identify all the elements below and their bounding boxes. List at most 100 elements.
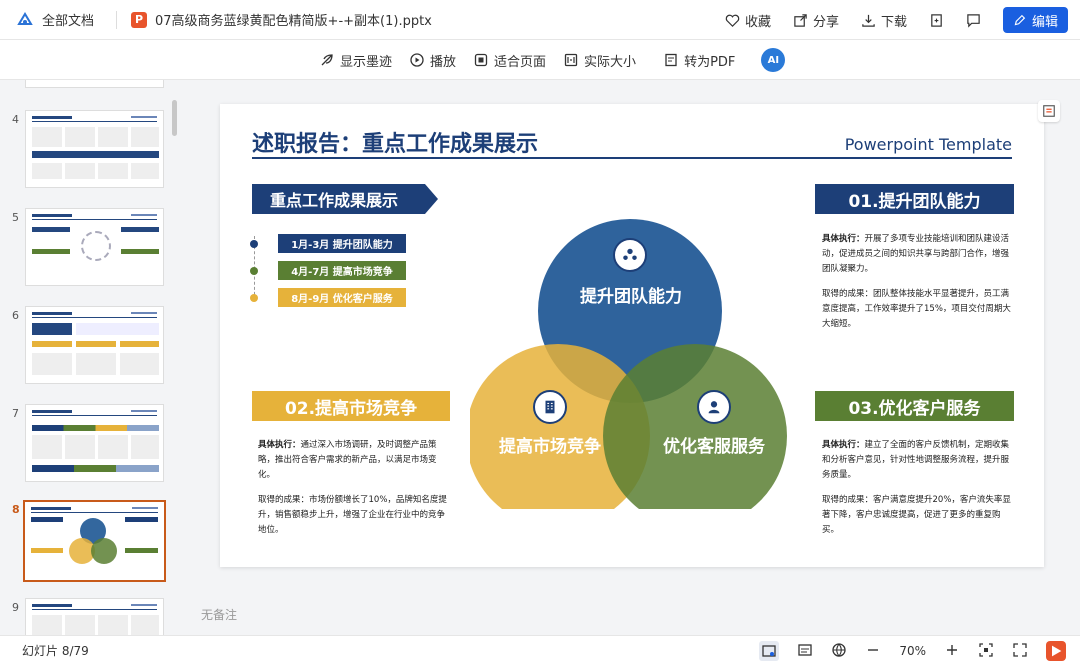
thumbnail-slide-6[interactable] — [25, 306, 164, 384]
fullscreen-button[interactable] — [1012, 642, 1028, 661]
timeline-tag: 1月-3月 提升团队能力 — [278, 234, 406, 253]
top-actions: 收藏 分享 下载 编辑 — [725, 0, 1068, 40]
thumbnail-number: 8 — [12, 503, 20, 516]
fit-window-button[interactable] — [978, 642, 994, 661]
top-bar: 全部文档 P 07高级商务蓝绿黄配色精简版+-+副本(1).pptx 收藏 分享… — [0, 0, 1080, 40]
building-icon — [533, 390, 567, 424]
share-button[interactable]: 分享 — [793, 11, 839, 30]
pencil-icon — [1014, 14, 1026, 25]
download-button[interactable]: 下载 — [861, 11, 907, 30]
play-button[interactable]: 播放 — [410, 51, 456, 70]
fullscreen-icon — [1013, 642, 1027, 657]
timeline-dot — [250, 267, 258, 275]
timeline-dot — [250, 240, 258, 248]
slide-title: 述职报告：重点工作成果展示 — [252, 132, 539, 157]
show-ink-label: 显示墨迹 — [340, 54, 393, 70]
box-head-team: 01.提升团队能力 — [815, 184, 1014, 214]
download-label: 下载 — [880, 14, 907, 30]
feather-icon — [321, 54, 333, 66]
thumbnail-toggle-icon[interactable] — [1038, 100, 1060, 122]
timeline-tag: 8月-9月 优化客户服务 — [278, 288, 406, 307]
thumbnail-number: 7 — [12, 407, 19, 420]
box-team-execution: 具体执行：开展了多项专业技能培训和团队建设活动，促进成员之间的知识共享与跨部门合… — [822, 232, 1012, 277]
share-icon — [794, 13, 807, 27]
share-label: 分享 — [812, 14, 839, 30]
download-icon — [862, 14, 875, 27]
venn-label-left: 提高市场竞争 — [499, 437, 601, 457]
customer-service-icon — [697, 390, 731, 424]
play-label: 播放 — [430, 54, 457, 70]
cloud-icon[interactable] — [16, 11, 34, 29]
fit-page-label: 适合页面 — [494, 54, 547, 70]
heart-icon — [725, 14, 740, 27]
fit-page-button[interactable]: 适合页面 — [474, 51, 546, 70]
ai-assistant-button[interactable]: AI — [761, 48, 786, 72]
execution-label: 具体执行： — [822, 234, 865, 244]
slide-thumbnail-panel[interactable]: 4 5 6 7 8 9 — [0, 80, 182, 635]
timeline-item: 4月-7月 提高市场竞争 — [250, 261, 406, 280]
comment-icon — [967, 13, 980, 28]
actual-size-label: 实际大小 — [584, 54, 637, 70]
thumbnail-number: 4 — [12, 113, 19, 126]
zoom-in-button[interactable] — [944, 642, 960, 661]
thumbnail-slide-7[interactable] — [25, 404, 164, 482]
thumbnail-slide-9[interactable] — [25, 598, 164, 635]
thumbnail-number: 5 — [12, 211, 19, 224]
comment-button[interactable] — [966, 13, 981, 28]
minus-icon — [868, 648, 879, 651]
thumbnail-scrollbar[interactable] — [172, 100, 177, 136]
timeline-item: 8月-9月 优化客户服务 — [250, 288, 406, 307]
thumbnail-slide-5[interactable] — [25, 208, 164, 286]
box-head-service: 03.优化客户服务 — [815, 391, 1014, 421]
web-view-button[interactable] — [831, 642, 847, 661]
divider — [116, 10, 118, 29]
favorite-button[interactable]: 收藏 — [725, 11, 771, 30]
edit-label: 编辑 — [1031, 14, 1058, 30]
box-service-result: 取得的成果：客户满意度提升20%，客户流失率显著下降，客户忠诚度提高，促进了更多… — [822, 495, 1011, 535]
venn-label-right: 优化客服服务 — [663, 437, 765, 457]
favorite-label: 收藏 — [744, 14, 771, 30]
file-name: 07高级商务蓝绿黄配色精简版+-+副本(1).pptx — [155, 14, 432, 29]
title-rule — [252, 157, 1012, 159]
slide-subtitle: Powerpoint Template — [844, 135, 1012, 154]
view-toolbar: 显示墨迹 播放 适合页面 实际大小 转为PDF AI — [0, 40, 1080, 80]
timeline-tag: 4月-7月 提高市场竞争 — [278, 261, 406, 280]
zoom-out-button[interactable] — [865, 642, 881, 661]
slide-counter: 幻灯片 8/79 — [22, 644, 89, 658]
team-icon — [613, 238, 647, 272]
show-ink-button[interactable]: 显示墨迹 — [320, 51, 392, 70]
actual-size-icon — [564, 53, 578, 67]
thumbnail-slide-4[interactable] — [25, 110, 164, 188]
ppt-file-icon: P — [131, 11, 148, 28]
status-bar: 幻灯片 8/79 70% — [0, 635, 1080, 665]
export-button[interactable] — [929, 13, 944, 28]
notes-placeholder[interactable]: 无备注 — [201, 606, 237, 623]
timeline-item: 1月-3月 提升团队能力 — [250, 234, 406, 253]
slide-8: 述职报告：重点工作成果展示 Powerpoint Template 重点工作成果… — [220, 104, 1044, 567]
slideshow-play-button[interactable] — [1046, 641, 1066, 661]
fit-page-icon — [474, 53, 488, 67]
thumbnail-slide-3[interactable] — [25, 80, 164, 88]
box-team-result: 取得的成果：团队整体技能水平显著提升，员工满意度提高，工作效率提升了15%，项目… — [822, 289, 1011, 329]
fit-window-icon — [979, 642, 993, 657]
all-docs-link[interactable]: 全部文档 — [42, 10, 94, 29]
edit-button[interactable]: 编辑 — [1002, 7, 1068, 33]
section-ribbon: 重点工作成果展示 — [252, 184, 438, 214]
export-icon — [931, 13, 942, 27]
globe-icon — [832, 642, 846, 657]
normal-view-button[interactable] — [759, 641, 780, 661]
timeline-dot — [250, 294, 258, 302]
notes-view-button[interactable] — [797, 642, 813, 661]
pdf-icon — [665, 53, 677, 67]
thumbnail-slide-8[interactable] — [23, 500, 166, 582]
normal-view-icon — [762, 645, 776, 657]
plus-icon — [947, 644, 957, 655]
execution-label: 具体执行： — [258, 440, 301, 450]
to-pdf-button[interactable]: 转为PDF — [664, 51, 735, 70]
play-icon — [1052, 645, 1062, 657]
thumbnail-number: 9 — [12, 601, 19, 614]
play-circle-icon — [410, 53, 424, 67]
zoom-level[interactable]: 70% — [899, 644, 926, 658]
to-pdf-label: 转为PDF — [684, 54, 736, 70]
actual-size-button[interactable]: 实际大小 — [564, 51, 636, 70]
